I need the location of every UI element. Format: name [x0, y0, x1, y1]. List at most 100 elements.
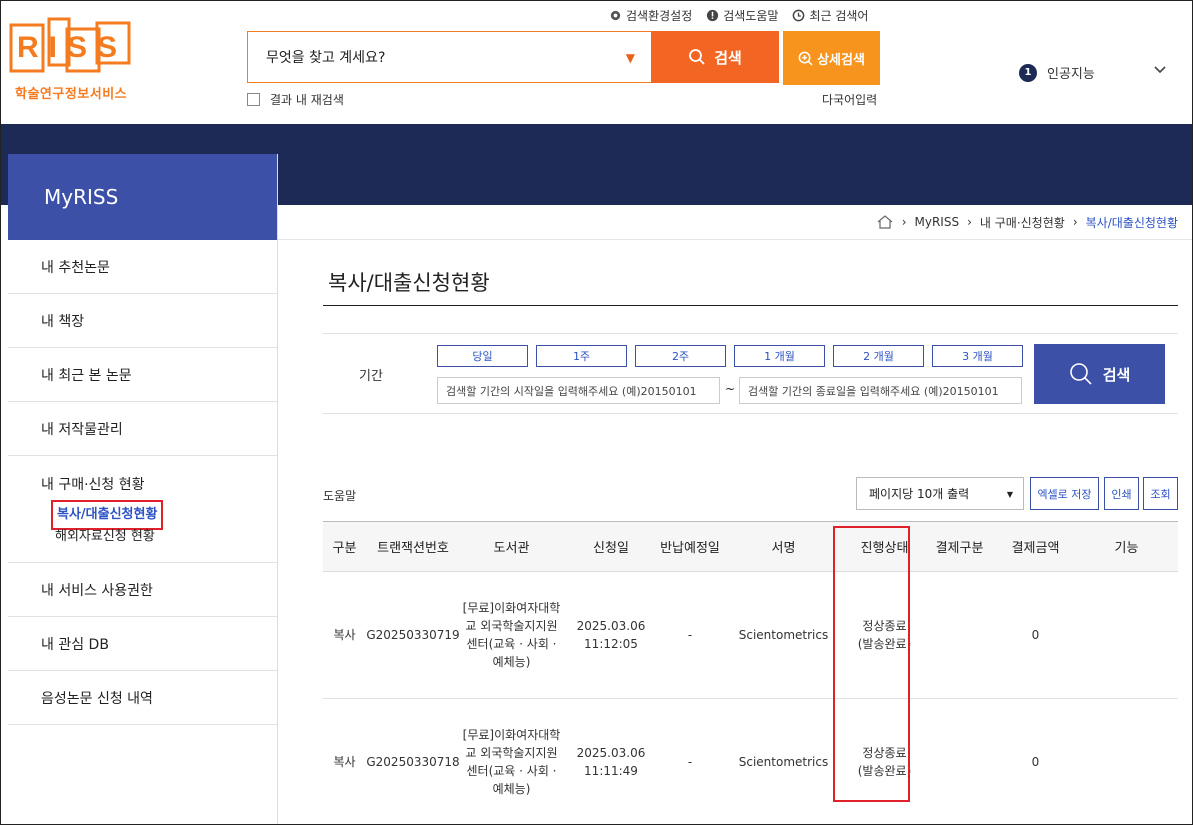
col-header-date: 신청일	[563, 521, 659, 572]
col-header-return: 반납예정일	[659, 521, 721, 572]
cell-library: [무료]이화여자대학교 외국학술지지원센터(교육 · 사회 · 예체능)	[460, 571, 563, 699]
request-table: 구분 트랜잭션번호 도서관 신청일 반납예정일 서명 진행상태 결제구분 결제금…	[323, 521, 1178, 824]
start-date-input[interactable]: 검색할 기간의 시작일을 입력해주세요 (예)20150101	[437, 377, 720, 404]
search-button[interactable]: 검색	[651, 31, 779, 83]
info-icon	[707, 9, 719, 22]
cell-date-time: 11:11:49	[584, 764, 638, 778]
recent-search-label: 최근 검색어	[809, 9, 869, 23]
search-button-label: 검색	[714, 48, 742, 67]
rank-badge: 1	[1019, 63, 1037, 82]
col-header-title: 서명	[721, 521, 846, 572]
sidebar-title: MyRISS	[8, 154, 277, 240]
end-date-input[interactable]: 검색할 기간의 종료일을 입력해주세요 (예)20150101	[739, 377, 1022, 404]
period-1week-button[interactable]: 1주	[536, 345, 627, 367]
sidebar-sub-overseas[interactable]: 해외자료신청 현황	[55, 526, 277, 548]
period-search-button[interactable]: 검색	[1034, 344, 1165, 404]
breadcrumb-item-purchase[interactable]: 내 구매·신청현황	[980, 214, 1065, 231]
sidebar-item-audio[interactable]: 음성논문 신청 내역	[8, 671, 277, 725]
col-header-type: 구분	[323, 521, 366, 572]
period-label: 기간	[359, 369, 383, 384]
search-help-link[interactable]: 검색도움말	[706, 7, 778, 24]
trending-keyword-label: 인공지능	[1047, 67, 1095, 82]
breadcrumb-item-myriss[interactable]: MyRISS	[915, 215, 960, 229]
col-header-tx: 트랜잭션번호	[366, 521, 460, 572]
dropdown-arrow-icon[interactable]: ▼	[626, 51, 635, 65]
chevron-down-icon[interactable]	[1153, 65, 1167, 75]
per-page-value: 페이지당 10개 출력	[869, 487, 970, 501]
recent-search-link[interactable]: 최근 검색어	[792, 7, 868, 24]
col-header-library: 도서관	[460, 521, 563, 572]
gear-icon	[610, 10, 621, 21]
sidebar-item-bookshelf[interactable]: 내 책장	[8, 294, 277, 348]
view-button[interactable]: 조회	[1143, 477, 1178, 510]
print-button[interactable]: 인쇄	[1104, 477, 1139, 510]
period-2week-button[interactable]: 2주	[635, 345, 726, 367]
status-highlight-box	[833, 526, 910, 802]
re-search-option[interactable]: 결과 내 재검색	[247, 91, 344, 108]
search-settings-link[interactable]: 검색환경설정	[609, 7, 692, 24]
sidebar-group-label[interactable]: 내 구매·신청 현황	[41, 474, 277, 494]
home-icon[interactable]	[876, 215, 894, 229]
multi-language-input-link[interactable]: 다국어입력	[822, 91, 877, 108]
cell-title[interactable]: Scientometrics	[721, 571, 846, 699]
riss-logo[interactable]: RISS 학술연구정보서비스	[9, 15, 134, 105]
cell-tx: G20250330718	[366, 698, 460, 824]
breadcrumb-separator: ›	[901, 215, 907, 229]
cell-date-day: 2025.03.06	[576, 746, 646, 760]
cell-date-day: 2025.03.06	[576, 619, 646, 633]
cell-function	[1075, 698, 1178, 824]
sidebar-item-permissions[interactable]: 내 서비스 사용권한	[8, 563, 277, 617]
sidebar-item-recent[interactable]: 내 최근 본 논문	[8, 348, 277, 402]
myriss-sidebar: MyRISS 내 추천논문 내 책장 내 최근 본 논문 내 저작물관리 내 구…	[8, 154, 278, 824]
page-title: 복사/대출신청현황	[328, 271, 490, 295]
excel-save-button[interactable]: 엑셀로 저장	[1030, 477, 1099, 510]
breadcrumb-separator: ›	[1072, 215, 1078, 229]
cell-title[interactable]: Scientometrics	[721, 698, 846, 824]
per-page-select[interactable]: 페이지당 10개 출력 ▼	[856, 477, 1024, 510]
cell-pay-type	[923, 571, 996, 699]
sidebar-item-recommended[interactable]: 내 추천논문	[8, 240, 277, 294]
search-help-label: 검색도움말	[723, 9, 779, 23]
re-search-label: 결과 내 재검색	[270, 93, 344, 107]
re-search-checkbox[interactable]	[247, 93, 260, 106]
period-2month-button[interactable]: 2 개월	[833, 345, 924, 367]
logo-subtitle: 학술연구정보서비스	[15, 87, 128, 102]
period-today-button[interactable]: 당일	[437, 345, 528, 367]
breadcrumb-separator: ›	[967, 215, 972, 229]
sidebar-item-interest-db[interactable]: 내 관심 DB	[8, 617, 277, 671]
cell-date: 2025.03.06 11:12:05	[563, 571, 659, 699]
date-range-tilde: ~	[725, 382, 736, 396]
zoom-plus-icon	[798, 51, 813, 66]
breadcrumb: › MyRISS › 내 구매·신청현황 › 복사/대출신청현황	[278, 205, 1192, 240]
cell-type: 복사	[323, 698, 366, 824]
search-icon	[1069, 363, 1092, 385]
breadcrumb-item-current[interactable]: 복사/대출신청현황	[1086, 214, 1178, 231]
utility-links: 검색환경설정 검색도움말 최근 검색어	[609, 7, 868, 24]
cell-tx: G20250330719	[366, 571, 460, 699]
svg-text:RISS: RISS	[17, 31, 127, 64]
table-header-row: 구분 트랜잭션번호 도서관 신청일 반납예정일 서명 진행상태 결제구분 결제금…	[323, 521, 1178, 572]
page-frame: RISS 학술연구정보서비스 검색환경설정 검색도움말 최근 검색어 무엇을 찾…	[0, 0, 1193, 825]
riss-logo-mark: RISS	[9, 17, 131, 73]
sidebar-item-works[interactable]: 내 저작물관리	[8, 402, 277, 456]
col-header-function: 기능	[1075, 521, 1178, 572]
help-link[interactable]: 도움말	[323, 487, 356, 504]
advanced-search-label: 상세검색	[817, 52, 865, 68]
clock-icon	[793, 9, 805, 22]
search-input[interactable]: 무엇을 찾고 계세요? ▼	[247, 31, 651, 83]
cell-amount: 0	[996, 571, 1075, 699]
period-3month-button[interactable]: 3 개월	[932, 345, 1023, 367]
sidebar-sub-copy-loan[interactable]: 복사/대출신청현황	[50, 500, 164, 530]
dropdown-arrow-icon: ▼	[1006, 490, 1013, 499]
sidebar-sub-list: 복사/대출신청현황 해외자료신청 현황	[41, 500, 277, 548]
search-icon	[689, 49, 705, 65]
trending-keyword[interactable]: 1 인공지능	[1019, 63, 1095, 82]
advanced-search-button[interactable]: 상세검색	[783, 31, 880, 85]
col-header-amount: 결제금액	[996, 521, 1075, 572]
cell-type: 복사	[323, 571, 366, 699]
period-1month-button[interactable]: 1 개월	[734, 345, 825, 367]
cell-date: 2025.03.06 11:11:49	[563, 698, 659, 824]
cell-date-time: 11:12:05	[584, 637, 638, 651]
title-divider	[323, 305, 1178, 306]
sidebar-group-purchase: 내 구매·신청 현황 복사/대출신청현황 해외자료신청 현황	[8, 456, 277, 563]
